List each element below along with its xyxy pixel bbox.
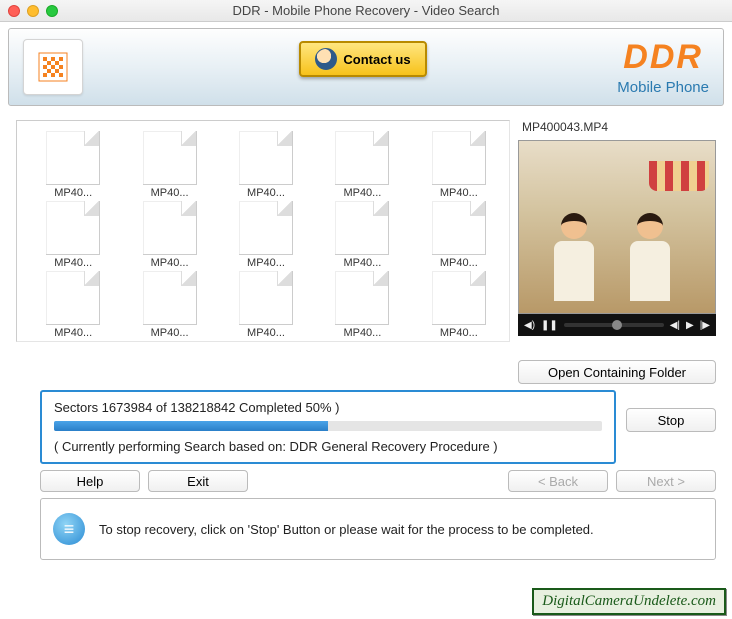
video-preview[interactable]	[518, 140, 716, 314]
file-label: MP40...	[440, 257, 478, 269]
file-label: MP40...	[54, 187, 92, 199]
file-label: MP40...	[343, 257, 381, 269]
file-icon	[239, 131, 293, 185]
file-label: MP40...	[343, 327, 381, 339]
progress-bar	[54, 421, 602, 431]
help-button[interactable]: Help	[40, 470, 140, 492]
player-controls: ◀) ❚❚ ◀| ▶ |▶	[518, 314, 716, 336]
file-icon	[239, 271, 293, 325]
file-icon	[432, 201, 486, 255]
file-icon	[335, 201, 389, 255]
file-icon	[432, 271, 486, 325]
file-item[interactable]: MP40...	[27, 131, 119, 199]
seek-slider[interactable]	[564, 323, 664, 327]
file-icon	[143, 131, 197, 185]
brand-subtitle: Mobile Phone	[617, 79, 709, 96]
file-item[interactable]: MP40...	[123, 201, 215, 269]
file-label: MP40...	[54, 257, 92, 269]
file-icon	[46, 131, 100, 185]
mute-icon[interactable]: ◀)	[524, 320, 535, 331]
progress-text: Sectors 1673984 of 138218842 Completed 5…	[54, 400, 602, 415]
header: Contact us DDR Mobile Phone	[8, 28, 724, 106]
file-item[interactable]: MP40...	[413, 131, 505, 199]
brand-title: DDR	[617, 38, 709, 77]
watermark: DigitalCameraUndelete.com	[532, 588, 726, 615]
info-panel: ≡ To stop recovery, click on 'Stop' Butt…	[40, 498, 716, 560]
prev-icon[interactable]: ◀|	[670, 320, 680, 331]
file-item[interactable]: MP40...	[220, 131, 312, 199]
file-label: MP40...	[151, 187, 189, 199]
back-button: < Back	[508, 470, 608, 492]
file-icon	[432, 131, 486, 185]
file-label: MP40...	[54, 327, 92, 339]
play-icon[interactable]: ▶	[686, 320, 694, 331]
info-icon: ≡	[53, 513, 85, 545]
file-icon	[46, 271, 100, 325]
file-item[interactable]: MP40...	[316, 201, 408, 269]
file-icon	[143, 201, 197, 255]
exit-button[interactable]: Exit	[148, 470, 248, 492]
file-icon	[143, 271, 197, 325]
preview-thumbnail	[519, 141, 715, 313]
file-item[interactable]: MP40...	[27, 271, 119, 339]
file-label: MP40...	[247, 257, 285, 269]
file-label: MP40...	[151, 257, 189, 269]
file-item[interactable]: MP40...	[123, 271, 215, 339]
person-icon	[315, 48, 337, 70]
file-item[interactable]: MP40...	[413, 271, 505, 339]
contact-us-button[interactable]: Contact us	[299, 41, 427, 77]
titlebar: DDR - Mobile Phone Recovery - Video Sear…	[0, 0, 732, 22]
file-item[interactable]: MP40...	[123, 131, 215, 199]
stop-button[interactable]: Stop	[626, 408, 716, 432]
file-icon	[335, 131, 389, 185]
file-item[interactable]: MP40...	[220, 201, 312, 269]
file-label: MP40...	[343, 187, 381, 199]
progress-subtext: ( Currently performing Search based on: …	[54, 439, 602, 454]
preview-filename: MP400043.MP4	[518, 120, 716, 134]
window-title: DDR - Mobile Phone Recovery - Video Sear…	[0, 3, 732, 18]
file-grid[interactable]: MP40... MP40... MP40... MP40... MP40... MP40.…	[16, 120, 510, 342]
file-icon	[335, 271, 389, 325]
file-item[interactable]: MP40...	[27, 201, 119, 269]
file-label: MP40...	[440, 327, 478, 339]
file-item[interactable]: MP40...	[220, 271, 312, 339]
info-text: To stop recovery, click on 'Stop' Button…	[99, 522, 594, 537]
file-item[interactable]: MP40...	[316, 131, 408, 199]
file-label: MP40...	[247, 187, 285, 199]
file-icon	[239, 201, 293, 255]
file-item[interactable]: MP40...	[413, 201, 505, 269]
progress-panel: Sectors 1673984 of 138218842 Completed 5…	[40, 390, 616, 464]
file-icon	[46, 201, 100, 255]
next-icon[interactable]: |▶	[700, 320, 710, 331]
pause-icon[interactable]: ❚❚	[541, 320, 558, 331]
next-button: Next >	[616, 470, 716, 492]
open-containing-folder-button[interactable]: Open Containing Folder	[518, 360, 716, 384]
app-logo	[23, 39, 83, 95]
file-label: MP40...	[151, 327, 189, 339]
file-label: MP40...	[440, 187, 478, 199]
file-label: MP40...	[247, 327, 285, 339]
file-item[interactable]: MP40...	[316, 271, 408, 339]
contact-label: Contact us	[343, 52, 410, 67]
brand: DDR Mobile Phone	[617, 38, 709, 96]
